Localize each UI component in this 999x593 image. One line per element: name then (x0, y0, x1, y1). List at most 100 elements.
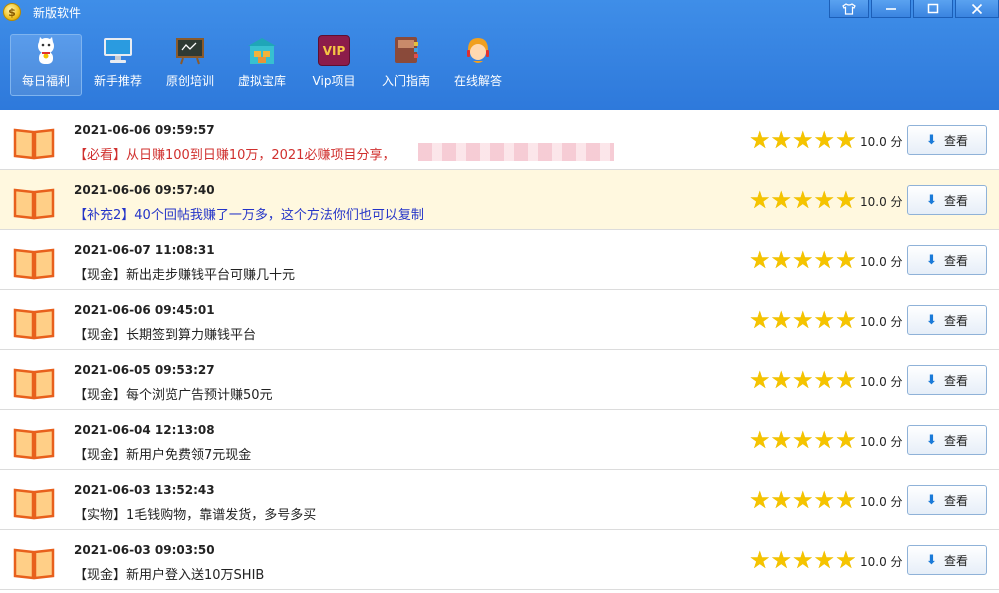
tool-virtual-treasury[interactable]: 虚拟宝库 (226, 34, 298, 96)
item-score: 10.0 分 (860, 195, 903, 209)
list-item[interactable]: 2021-06-06 09:57:40 【补充2】40个回帖我赚了一万多，这个方… (0, 170, 999, 230)
tool-original-training[interactable]: 原创培训 (154, 34, 226, 96)
list-item[interactable]: 2021-06-03 09:03:50 【现金】新用户登入送10万SHIB ★ ★… (0, 530, 999, 590)
star-icon: ★ (835, 126, 857, 154)
item-score: 10.0 分 (860, 255, 903, 269)
list-item[interactable]: 2021-06-03 13:52:43 【实物】1毛钱购物，靠谱发货，多号多买 … (0, 470, 999, 530)
item-title[interactable]: 【必看】从日赚100到日赚10万，2021必赚项目分享， (74, 144, 395, 163)
star-icon: ★ (770, 186, 793, 214)
item-date: 2021-06-05 09:53:27 (74, 363, 215, 377)
view-button[interactable]: ⬇ 查看 (907, 425, 987, 455)
view-button[interactable]: ⬇ 查看 (907, 185, 987, 215)
item-title[interactable]: 【实物】1毛钱购物，靠谱发货，多号多买 (74, 504, 316, 523)
star-icon: ★ (813, 186, 836, 214)
view-button-label: 查看 (943, 313, 968, 328)
vip-icon: VIP (318, 35, 350, 66)
item-score: 10.0 分 (860, 495, 903, 509)
item-title[interactable]: 【现金】长期签到算力赚钱平台 (74, 324, 256, 343)
star-icon: ★ (835, 246, 857, 274)
star-icon: ★ (792, 306, 814, 334)
view-button[interactable]: ⬇ 查看 (907, 305, 987, 335)
shirt-icon[interactable] (829, 0, 869, 18)
maximize-icon[interactable] (913, 0, 953, 18)
download-arrow-icon: ⬇ (926, 492, 937, 508)
tool-vip-project[interactable]: VIP Vip项目 (298, 34, 370, 96)
tool-online-answer[interactable]: 在线解答 (442, 34, 514, 96)
support-agent-icon (462, 34, 494, 66)
tool-label: 入门指南 (381, 74, 430, 88)
star-icon: ★ (770, 486, 793, 514)
item-score: 10.0 分 (860, 555, 903, 569)
download-arrow-icon: ⬇ (926, 312, 937, 328)
item-score: 10.0 分 (860, 435, 903, 449)
star-icon: ★ (813, 546, 836, 574)
star-icon: ★ (749, 486, 771, 514)
star-icon: ★ (770, 246, 793, 274)
star-icon: ★ (792, 246, 814, 274)
coin-icon: $ (3, 3, 21, 21)
rating-stars: ★ ★ ★ ★ ★ (749, 186, 857, 214)
rating-stars: ★ ★ ★ ★ ★ (749, 486, 857, 514)
tool-label: Vip项目 (312, 74, 356, 88)
download-arrow-icon: ⬇ (926, 252, 937, 268)
open-book-icon (13, 188, 55, 220)
item-date: 2021-06-06 09:57:40 (74, 183, 215, 197)
view-button-label: 查看 (943, 253, 968, 268)
star-icon: ★ (835, 546, 857, 574)
star-icon: ★ (792, 546, 814, 574)
star-icon: ★ (749, 186, 771, 214)
item-date: 2021-06-06 09:59:57 (74, 123, 215, 137)
view-button[interactable]: ⬇ 查看 (907, 485, 987, 515)
list-item[interactable]: 2021-06-06 09:45:01 【现金】长期签到算力赚钱平台 ★ ★ ★ ★ ★… (0, 290, 999, 350)
download-arrow-icon: ⬇ (926, 192, 937, 208)
item-title[interactable]: 【现金】新用户登入送10万SHIB (74, 564, 264, 583)
list-item[interactable]: 2021-06-05 09:53:27 【现金】每个浏览广告预计赚50元 ★ ★ ★… (0, 350, 999, 410)
app-window: $ 新版软件 每日福利 新手推荐 原创培训 虚拟宝库 VIP Vip项目 入门指… (0, 0, 999, 593)
star-icon: ★ (792, 366, 814, 394)
download-arrow-icon: ⬇ (926, 432, 937, 448)
star-icon: ★ (835, 486, 857, 514)
item-title[interactable]: 【补充2】40个回帖我赚了一万多，这个方法你们也可以复制 (74, 204, 424, 223)
star-icon: ★ (813, 306, 836, 334)
blackboard-icon (174, 34, 206, 66)
tool-daily-welfare[interactable]: 每日福利 (10, 34, 82, 96)
item-date: 2021-06-03 09:03:50 (74, 543, 215, 557)
minimize-icon[interactable] (871, 0, 911, 18)
view-button[interactable]: ⬇ 查看 (907, 365, 987, 395)
tool-label: 在线解答 (453, 74, 502, 88)
star-icon: ★ (749, 306, 771, 334)
window-controls (827, 0, 999, 18)
rating-stars: ★ ★ ★ ★ ★ (749, 366, 857, 394)
open-book-icon (13, 428, 55, 460)
article-list: 2021-06-06 09:59:57 【必看】从日赚100到日赚10万，202… (0, 110, 999, 590)
star-icon: ★ (813, 246, 836, 274)
main-toolbar: 每日福利 新手推荐 原创培训 虚拟宝库 VIP Vip项目 入门指南 在线解答 (0, 34, 999, 96)
star-icon: ★ (792, 486, 814, 514)
open-book-icon (13, 488, 55, 520)
download-arrow-icon: ⬇ (926, 552, 937, 568)
list-item[interactable]: 2021-06-04 12:13:08 【现金】新用户免费领7元现金 ★ ★ ★ ★ ★… (0, 410, 999, 470)
download-arrow-icon: ⬇ (926, 132, 937, 148)
view-button[interactable]: ⬇ 查看 (907, 125, 987, 155)
tool-beginner-guide[interactable]: 入门指南 (370, 34, 442, 96)
item-title[interactable]: 【现金】新用户免费领7元现金 (74, 444, 251, 463)
list-item[interactable]: 2021-06-06 09:59:57 【必看】从日赚100到日赚10万，202… (0, 110, 999, 170)
list-item[interactable]: 2021-06-07 11:08:31 【现金】新出走步赚钱平台可赚几十元 ★ ★… (0, 230, 999, 290)
star-icon: ★ (770, 426, 793, 454)
rating-stars: ★ ★ ★ ★ ★ (749, 246, 857, 274)
view-button-label: 查看 (943, 553, 968, 568)
view-button-label: 查看 (943, 193, 968, 208)
view-button[interactable]: ⬇ 查看 (907, 245, 987, 275)
redacted-text (418, 143, 614, 161)
star-icon: ★ (749, 366, 771, 394)
item-title[interactable]: 【现金】新出走步赚钱平台可赚几十元 (74, 264, 295, 283)
star-icon: ★ (770, 546, 793, 574)
star-icon: ★ (835, 306, 857, 334)
warehouse-icon (246, 34, 278, 66)
rating-stars: ★ ★ ★ ★ ★ (749, 426, 857, 454)
item-title[interactable]: 【现金】每个浏览广告预计赚50元 (74, 384, 273, 403)
close-icon[interactable] (955, 0, 999, 18)
tool-newbie-recommend[interactable]: 新手推荐 (82, 34, 154, 96)
view-button[interactable]: ⬇ 查看 (907, 545, 987, 575)
item-score: 10.0 分 (860, 135, 903, 149)
